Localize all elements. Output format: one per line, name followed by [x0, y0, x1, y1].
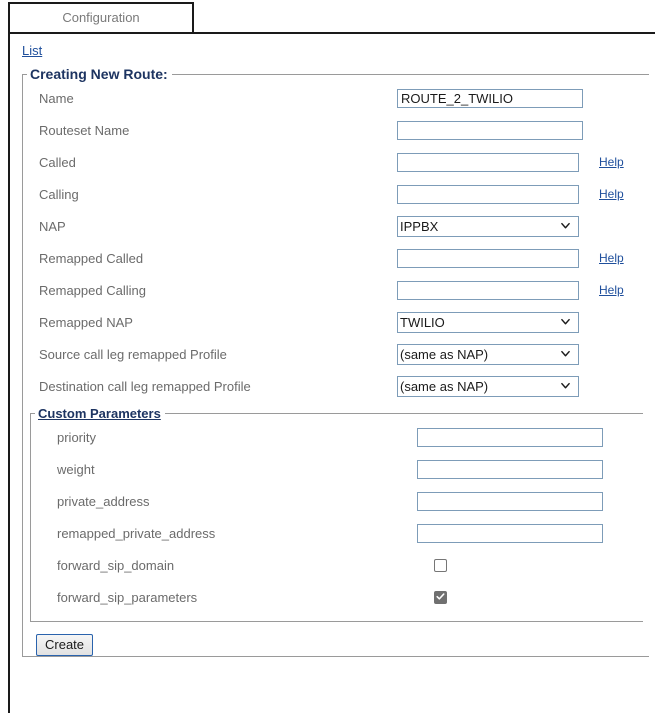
label-forward-sip-domain: forward_sip_domain: [57, 558, 174, 573]
calling-input[interactable]: [397, 185, 579, 204]
forward-sip-parameters-checkbox[interactable]: [434, 591, 447, 604]
forward-sip-domain-checkbox[interactable]: [434, 559, 447, 572]
label-remapped-nap: Remapped NAP: [39, 315, 133, 330]
called-help-link[interactable]: Help: [599, 155, 624, 169]
tab-configuration[interactable]: Configuration: [8, 2, 194, 32]
label-remapped-called: Remapped Called: [39, 251, 143, 266]
form-row-source-call-leg-profile: Source call leg remapped Profile (same a…: [23, 338, 649, 370]
label-remapped-calling: Remapped Calling: [39, 283, 146, 298]
custom-row-weight: weight: [31, 453, 643, 485]
priority-input[interactable]: [417, 428, 603, 447]
form-row-remapped-nap: Remapped NAP TWILIO: [23, 306, 649, 338]
tab-strip: Configuration: [0, 0, 655, 34]
field-nap: IPPBX: [397, 216, 579, 237]
custom-row-forward-sip-domain: forward_sip_domain: [31, 549, 643, 581]
field-priority: [417, 428, 603, 447]
field-weight: [417, 460, 603, 479]
custom-row-private-address: private_address: [31, 485, 643, 517]
label-private-address: private_address: [57, 494, 150, 509]
label-calling: Calling: [39, 187, 79, 202]
custom-row-remapped-private-address: remapped_private_address: [31, 517, 643, 549]
field-destination-call-leg-profile: (same as NAP): [397, 376, 579, 397]
page-content: List Creating New Route: Name Routeset N…: [8, 34, 655, 713]
label-forward-sip-parameters: forward_sip_parameters: [57, 590, 197, 605]
remapped-called-help-link[interactable]: Help: [599, 251, 624, 265]
label-routeset-name: Routeset Name: [39, 123, 129, 138]
label-source-call-leg-profile: Source call leg remapped Profile: [39, 347, 227, 362]
label-priority: priority: [57, 430, 96, 445]
form-row-called: Called Help: [23, 146, 649, 178]
source-call-leg-profile-select[interactable]: (same as NAP): [397, 344, 579, 365]
form-row-destination-call-leg-profile: Destination call leg remapped Profile (s…: [23, 370, 649, 402]
calling-help-link[interactable]: Help: [599, 187, 624, 201]
breadcrumb: List: [10, 34, 655, 62]
label-weight: weight: [57, 462, 95, 477]
checkmark-icon: [436, 592, 445, 601]
remapped-private-address-input[interactable]: [417, 524, 603, 543]
label-name: Name: [39, 91, 74, 106]
nap-select-wrapper: IPPBX: [397, 216, 579, 237]
form-row-routeset-name: Routeset Name: [23, 114, 649, 146]
field-remapped-calling: [397, 281, 579, 300]
destination-call-leg-profile-select[interactable]: (same as NAP): [397, 376, 579, 397]
field-called: [397, 153, 579, 172]
creating-new-route-legend: Creating New Route:: [27, 66, 172, 82]
remapped-calling-input[interactable]: [397, 281, 579, 300]
nap-select[interactable]: IPPBX: [397, 216, 579, 237]
creating-new-route-fieldset: Creating New Route: Name Routeset Name C…: [22, 66, 649, 657]
weight-input[interactable]: [417, 460, 603, 479]
remapped-called-input[interactable]: [397, 249, 579, 268]
list-link[interactable]: List: [22, 43, 42, 58]
field-calling: [397, 185, 579, 204]
form-row-nap: NAP IPPBX: [23, 210, 649, 242]
field-remapped-nap: TWILIO: [397, 312, 579, 333]
form-row-remapped-called: Remapped Called Help: [23, 242, 649, 274]
create-button[interactable]: Create: [36, 634, 93, 656]
tab-configuration-label: Configuration: [62, 10, 139, 25]
label-remapped-private-address: remapped_private_address: [57, 526, 215, 541]
custom-parameters-fieldset: Custom Parameters priority weight privat…: [30, 406, 643, 622]
name-input[interactable]: [397, 89, 583, 108]
field-name: [397, 89, 583, 108]
remapped-nap-select-wrapper: TWILIO: [397, 312, 579, 333]
field-source-call-leg-profile: (same as NAP): [397, 344, 579, 365]
routeset-name-input[interactable]: [397, 121, 583, 140]
source-call-leg-profile-select-wrapper: (same as NAP): [397, 344, 579, 365]
remapped-nap-select[interactable]: TWILIO: [397, 312, 579, 333]
remapped-calling-help-link[interactable]: Help: [599, 283, 624, 297]
custom-parameters-legend: Custom Parameters: [35, 406, 165, 421]
label-nap: NAP: [39, 219, 66, 234]
destination-call-leg-profile-select-wrapper: (same as NAP): [397, 376, 579, 397]
field-routeset-name: [397, 121, 583, 140]
label-destination-call-leg-profile: Destination call leg remapped Profile: [39, 379, 251, 394]
private-address-input[interactable]: [417, 492, 603, 511]
custom-row-priority: priority: [31, 421, 643, 453]
form-row-name: Name: [23, 82, 649, 114]
field-remapped-called: [397, 249, 579, 268]
form-row-remapped-calling: Remapped Calling Help: [23, 274, 649, 306]
form-actions: Create: [23, 628, 649, 656]
field-remapped-private-address: [417, 524, 603, 543]
field-private-address: [417, 492, 603, 511]
called-input[interactable]: [397, 153, 579, 172]
custom-row-forward-sip-parameters: forward_sip_parameters: [31, 581, 643, 613]
form-row-calling: Calling Help: [23, 178, 649, 210]
label-called: Called: [39, 155, 76, 170]
